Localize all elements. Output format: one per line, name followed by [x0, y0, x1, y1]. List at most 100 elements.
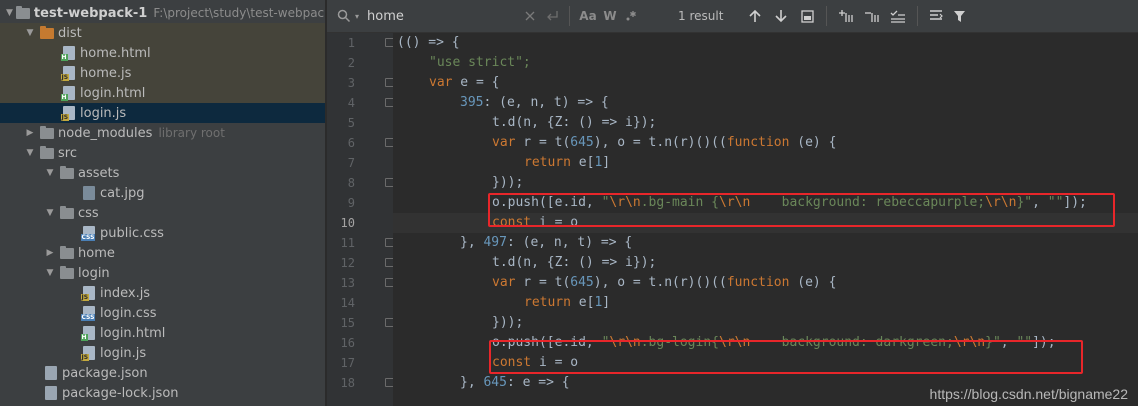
- code-text: }));: [492, 315, 524, 330]
- chevron-down-icon[interactable]: ▼: [24, 23, 36, 43]
- tree-item-home-html[interactable]: H home.html: [0, 43, 325, 63]
- tree-item-src-login-js[interactable]: JS login.js: [0, 343, 325, 363]
- tree-item-cat-jpg[interactable]: cat.jpg: [0, 183, 325, 203]
- code-line-3[interactable]: var e = {: [393, 73, 1138, 93]
- line-number: 14: [340, 296, 355, 310]
- search-history-dropdown-icon[interactable]: ▾: [353, 5, 361, 27]
- line-number: 2: [347, 56, 355, 70]
- toolbar-separator: [569, 6, 570, 26]
- line-number: 1: [347, 36, 355, 50]
- tree-item-label: home.js: [80, 65, 132, 81]
- code-line-5[interactable]: t.d(n, {Z: () => i});: [393, 113, 1138, 133]
- css-file-icon: CSS: [80, 226, 96, 241]
- remove-occurrence-icon[interactable]: [859, 5, 885, 27]
- chevron-down-icon[interactable]: ▼: [44, 263, 56, 283]
- tree-item-label: login.html: [80, 85, 146, 101]
- tree-item-assets[interactable]: ▼ assets: [0, 163, 325, 183]
- tree-root-path: F:\project\study\test-webpack-: [153, 6, 326, 20]
- line-number-gutter: 1 2 3 4 5 6 7 8 9 10 11 12 13 14 15 16 1…: [327, 33, 394, 406]
- tree-item-label: login.js: [80, 105, 127, 121]
- code-text: var r = t(645), o = t.n(r)()((function (…: [492, 275, 837, 290]
- html-file-icon: H: [60, 46, 76, 61]
- code-line-7[interactable]: return e[1]: [393, 153, 1138, 173]
- tree-root-test-webpack-1[interactable]: ▼ test-webpack-1 F:\project\study\test-w…: [0, 3, 326, 23]
- line-number: 5: [347, 116, 355, 130]
- line-number-current: 10: [340, 216, 355, 230]
- tree-item-home[interactable]: ▶ home: [0, 243, 325, 263]
- code-text: t.d(n, {Z: () => i});: [492, 255, 657, 270]
- code-line-6[interactable]: var r = t(645), o = t.n(r)()((function (…: [393, 133, 1138, 153]
- tree-item-node-modules[interactable]: ▶ node_modules library root: [0, 123, 325, 143]
- multiline-icon[interactable]: [924, 5, 948, 27]
- code-text: var e = {: [429, 75, 500, 90]
- search-input[interactable]: home: [367, 9, 507, 24]
- code-line-1[interactable]: (() => {: [393, 33, 1138, 53]
- tree-item-public-css[interactable]: CSS public.css: [0, 223, 325, 243]
- code-text: "use strict";: [429, 55, 531, 70]
- chevron-down-icon[interactable]: ▼: [6, 3, 13, 23]
- line-number: 3: [347, 76, 355, 90]
- code-editor[interactable]: (() => { "use strict"; var e = { 395: (e…: [393, 33, 1138, 406]
- tree-item-label: index.js: [100, 285, 151, 301]
- search-icon[interactable]: [335, 5, 353, 27]
- add-occurrence-icon[interactable]: [833, 5, 859, 27]
- line-number: 4: [347, 96, 355, 110]
- next-occurrence-icon[interactable]: [768, 5, 794, 27]
- chevron-right-icon[interactable]: ▶: [44, 243, 56, 263]
- tree-item-label: login.html: [100, 325, 166, 341]
- line-number: 6: [347, 136, 355, 150]
- tree-item-login-css[interactable]: CSS login.css: [0, 303, 325, 323]
- tree-item-label: public.css: [100, 225, 164, 241]
- code-line-4[interactable]: 395: (e, n, t) => {: [393, 93, 1138, 113]
- highlight-box-bg-login: [489, 340, 1083, 374]
- project-tree-panel: ▼ test-webpack-1 F:\project\study\test-w…: [0, 0, 326, 406]
- tree-item-src[interactable]: ▼ src: [0, 143, 325, 163]
- regex-toggle[interactable]: [620, 5, 642, 27]
- tree-item-label: node_modules: [58, 125, 153, 141]
- new-line-icon[interactable]: [541, 5, 563, 27]
- chevron-down-icon[interactable]: ▼: [24, 143, 36, 163]
- code-line-11[interactable]: }, 497: (e, n, t) => {: [393, 233, 1138, 253]
- tree-item-package-json[interactable]: package.json: [0, 363, 325, 383]
- tree-item-label: package.json: [62, 365, 148, 381]
- code-line-8[interactable]: }));: [393, 173, 1138, 193]
- folder-icon: [15, 5, 30, 21]
- select-all-occurrences-icon[interactable]: [794, 5, 820, 27]
- js-file-icon: JS: [60, 66, 76, 81]
- toggle-select-all-icon[interactable]: [885, 5, 911, 27]
- line-number: 8: [347, 176, 355, 190]
- previous-occurrence-icon[interactable]: [742, 5, 768, 27]
- tree-item-dist[interactable]: ▼ dist: [0, 23, 325, 43]
- tree-item-home-js[interactable]: JS home.js: [0, 63, 325, 83]
- line-number: 9: [347, 196, 355, 210]
- line-number: 7: [347, 156, 355, 170]
- code-line-15[interactable]: }));: [393, 313, 1138, 333]
- tree-item-package-lock-json[interactable]: package-lock.json: [0, 383, 325, 403]
- line-number: 17: [340, 356, 355, 370]
- tree-item-label: package-lock.json: [62, 385, 179, 401]
- tree-item-login-html[interactable]: H login.html: [0, 83, 325, 103]
- library-root-hint: library root: [158, 126, 225, 140]
- tree-item-login-folder[interactable]: ▼ login: [0, 263, 325, 283]
- tree-item-index-js[interactable]: JS index.js: [0, 283, 325, 303]
- chevron-down-icon[interactable]: ▼: [44, 163, 56, 183]
- tree-item-src-login-html[interactable]: H login.html: [0, 323, 325, 343]
- code-text: var r = t(645), o = t.n(r)()((function (…: [492, 135, 837, 150]
- clear-search-icon[interactable]: [519, 5, 541, 27]
- chevron-right-icon[interactable]: ▶: [24, 123, 36, 143]
- tree-item-login-js-selected[interactable]: JS login.js: [0, 103, 325, 123]
- code-line-12[interactable]: t.d(n, {Z: () => i});: [393, 253, 1138, 273]
- match-case-toggle[interactable]: Aa: [576, 5, 600, 27]
- js-file-icon: JS: [80, 286, 96, 301]
- code-line-14[interactable]: return e[1]: [393, 293, 1138, 313]
- line-number: 11: [340, 236, 355, 250]
- tree-item-css[interactable]: ▼ css: [0, 203, 325, 223]
- chevron-down-icon[interactable]: ▼: [44, 203, 56, 223]
- code-text: }, 645: e => {: [460, 375, 570, 390]
- folder-icon: [39, 125, 54, 141]
- words-toggle[interactable]: W: [600, 5, 620, 27]
- code-line-2[interactable]: "use strict";: [393, 53, 1138, 73]
- filter-icon[interactable]: [948, 5, 970, 27]
- image-file-icon: [81, 186, 96, 201]
- code-line-13[interactable]: var r = t(645), o = t.n(r)()((function (…: [393, 273, 1138, 293]
